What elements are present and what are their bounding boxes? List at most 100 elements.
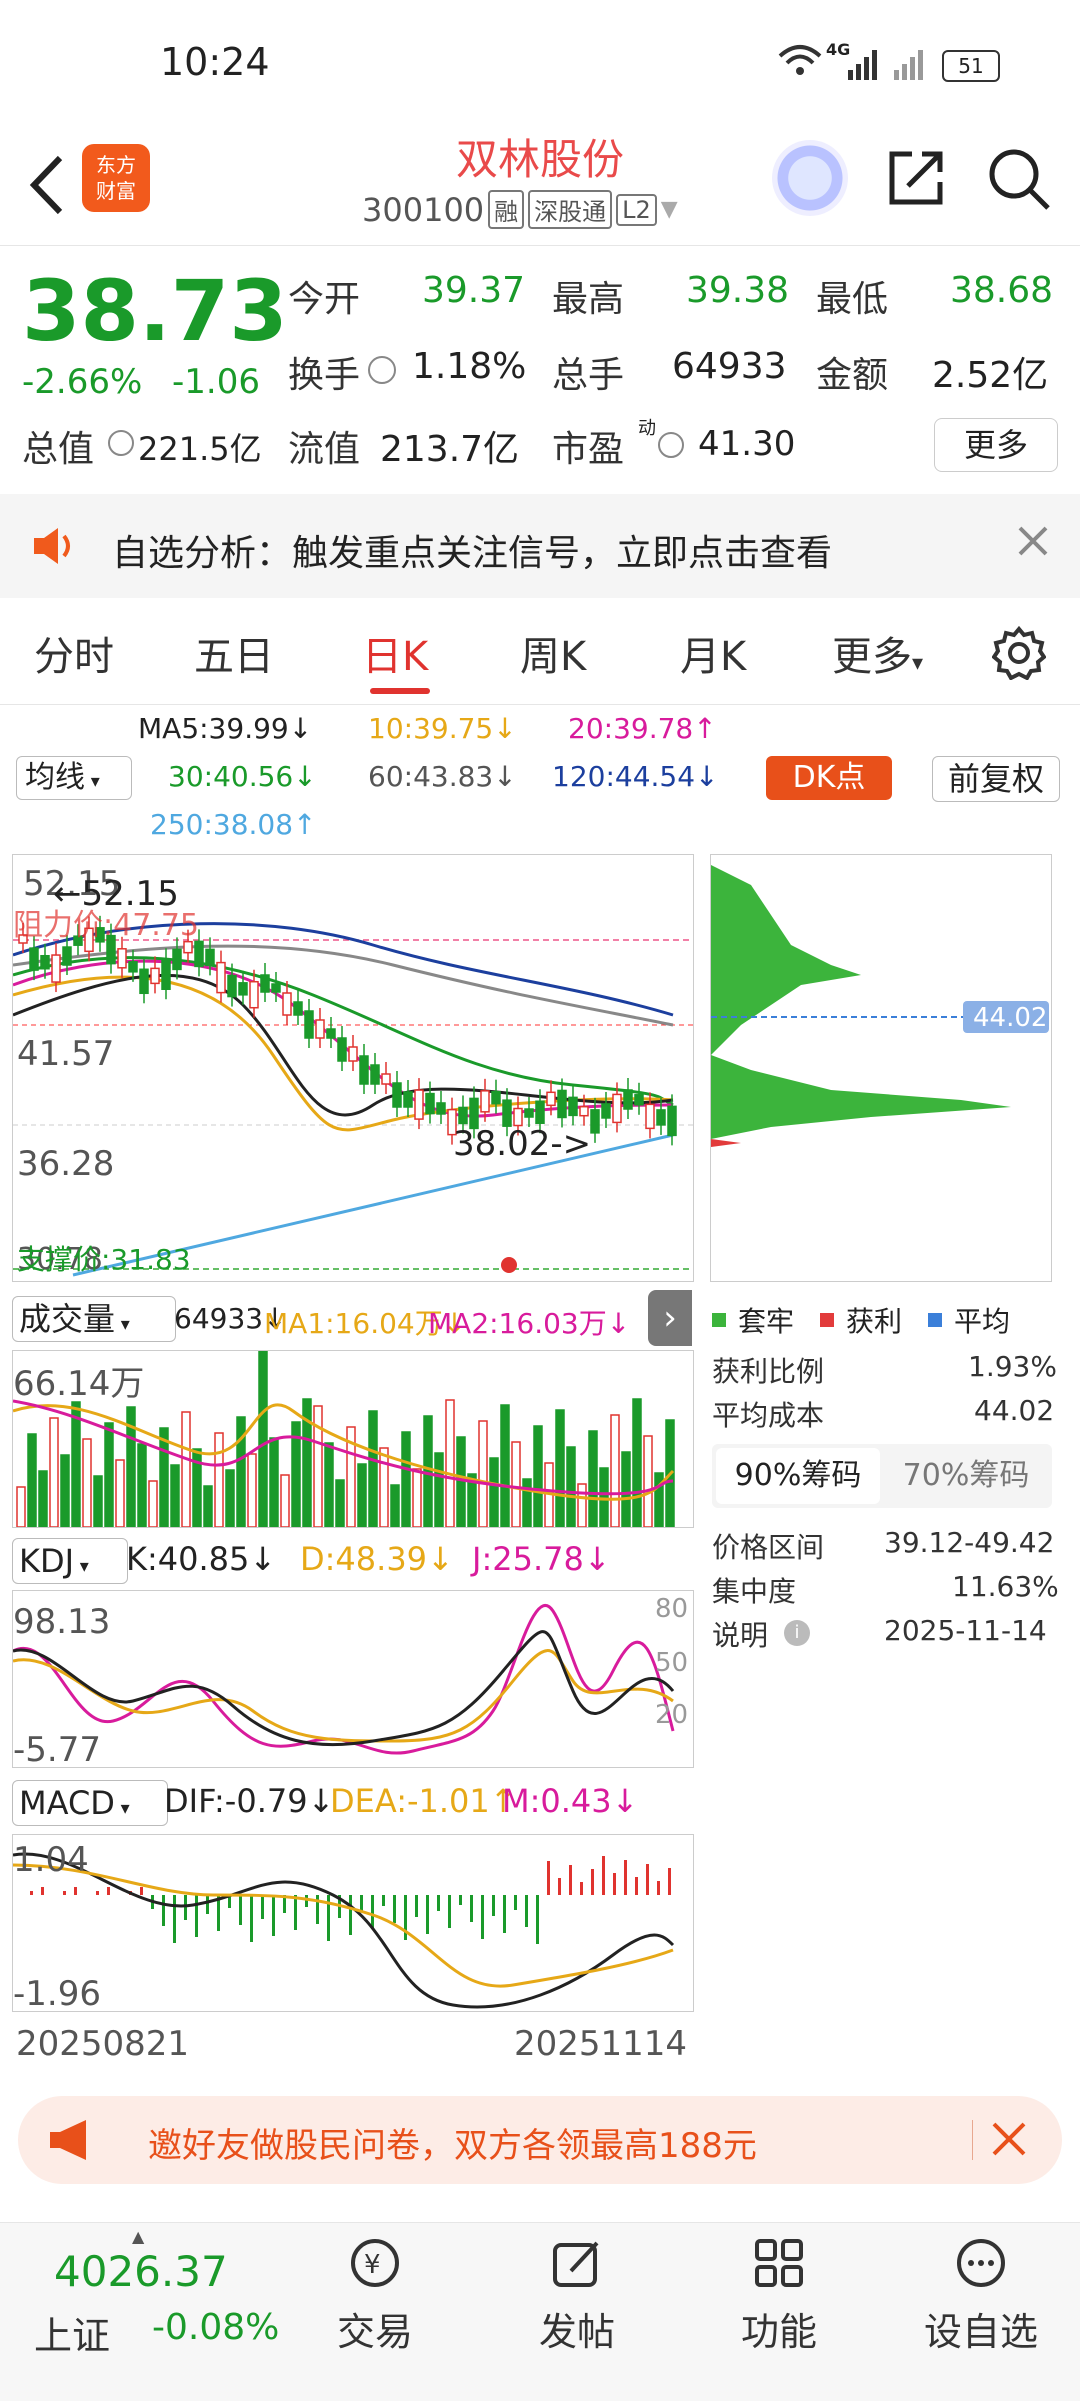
macd-m: M:0.43↓ [502, 1782, 639, 1820]
volume-bar [115, 1459, 125, 1528]
candle-body [337, 1037, 347, 1062]
volume-svg: 66.14万 [12, 1340, 675, 1528]
info-icon[interactable] [108, 430, 134, 456]
close-icon[interactable] [1016, 524, 1050, 562]
kdj-level-80: 80 [655, 1594, 688, 1624]
macd-bar [272, 1895, 275, 1936]
tab-intraday[interactable]: 分时 [34, 624, 114, 682]
k-mid-label: 41.57 [17, 1034, 114, 1074]
kdj-selector[interactable]: KDJ ▾ [12, 1538, 128, 1584]
index-value[interactable]: 4026.37 [54, 2247, 228, 2296]
kdj-level-50: 50 [655, 1648, 688, 1678]
trade-icon: ¥ [347, 2235, 403, 2291]
volume-bar [335, 1479, 345, 1528]
volume-bar [148, 1480, 158, 1528]
macd-bar [96, 1891, 99, 1895]
note-label: 说明 [712, 1619, 769, 1652]
caret-up-icon[interactable]: ▲ [132, 2227, 144, 2246]
legend-color-average [928, 1313, 943, 1327]
candle-body [568, 1096, 578, 1117]
candle-body [282, 992, 292, 1016]
nav-functions[interactable]: 功能 [714, 2235, 844, 2356]
settings-gear-icon[interactable] [991, 625, 1047, 684]
chip-legend: 套牢 获利 平均 [712, 1300, 1010, 1340]
candle-body [392, 1082, 402, 1108]
candle-body [557, 1089, 567, 1119]
volume-bar [357, 1463, 367, 1528]
macd-bar [569, 1865, 572, 1895]
share-icon[interactable] [884, 146, 948, 214]
macd-dif: DIF:-0.79↓ [164, 1782, 335, 1820]
macd-bar [30, 1891, 33, 1895]
assistant-robot-icon[interactable] [772, 140, 848, 216]
candle-body [491, 1090, 501, 1105]
ma30-value: 30:40.56↓ [168, 760, 317, 793]
amount-value: 2.52亿 [932, 355, 1049, 396]
logo-line-1: 东方 [96, 153, 136, 177]
candle-body [436, 1102, 446, 1115]
tab-90-chip[interactable]: 90%筹码 [716, 1448, 880, 1504]
nav-post[interactable]: 发帖 [512, 2235, 642, 2356]
search-icon[interactable] [986, 146, 1052, 216]
back-icon[interactable] [24, 150, 68, 231]
candle-body [205, 948, 215, 967]
macd-bar [668, 1868, 671, 1895]
watchlist-icon [953, 2235, 1009, 2291]
active-tab-indicator [370, 688, 430, 694]
info-icon[interactable] [658, 432, 684, 458]
macd-selector[interactable]: MACD ▾ [12, 1780, 168, 1826]
volume-bar [93, 1475, 103, 1528]
stock-code-row[interactable]: 300100 融 深股通 L2 ▼ [362, 190, 678, 229]
candle-body [29, 947, 39, 971]
more-button[interactable]: 更多 [934, 418, 1058, 472]
nav-trade[interactable]: ¥ 交易 [310, 2235, 440, 2356]
candle-body [502, 1099, 512, 1127]
candle-body [458, 1106, 468, 1125]
volume-bar [456, 1436, 466, 1528]
volume-bar [280, 1474, 290, 1528]
adjust-button[interactable]: 前复权 [932, 756, 1060, 802]
index-change[interactable]: -0.08% [152, 2307, 279, 2348]
candle-body [293, 1001, 303, 1016]
volume-selector-label: 成交量 [19, 1300, 116, 1338]
index-name[interactable]: 上证 [34, 2305, 110, 2360]
volume-bar [555, 1409, 565, 1528]
promo-banner[interactable]: 邀好友做股民问卷，双方各领最高188元 [18, 2096, 1062, 2184]
current-price: 38.73 [22, 262, 288, 360]
close-icon[interactable] [990, 2120, 1028, 2162]
tab-five-day[interactable]: 五日 [194, 624, 274, 682]
chip-distribution-chart[interactable]: 44.02 [710, 854, 1052, 1282]
candle-body [238, 982, 248, 996]
macd-bar [415, 1895, 418, 1917]
volume-selector[interactable]: 成交量 ▾ [12, 1296, 176, 1342]
macd-bar [613, 1873, 616, 1895]
tab-more[interactable]: 更多▾ [832, 624, 923, 682]
nav-add-watchlist[interactable]: 设自选 [916, 2235, 1046, 2356]
expand-arrow-icon[interactable]: › [648, 1290, 692, 1346]
info-icon[interactable] [368, 356, 396, 384]
tab-weekly-k[interactable]: 周K [520, 624, 586, 682]
candle-body [645, 1103, 655, 1130]
profit-ratio-value: 1.93% [968, 1350, 1057, 1383]
macd-bar [173, 1895, 176, 1943]
macd-bars-group [30, 1856, 671, 1944]
notice-bar[interactable]: 自选分析：触发重点关注信号，立即点击查看 [0, 494, 1080, 598]
tab-70-chip[interactable]: 70%筹码 [884, 1448, 1048, 1504]
tab-daily-k[interactable]: 日K [362, 624, 428, 682]
volume-bar [60, 1454, 70, 1528]
candle-body [40, 954, 50, 970]
bottom-bar: ▲ 4026.37 上证 -0.08% ¥ 交易 发帖 功能 设自选 [0, 2222, 1080, 2401]
volume-bar [368, 1410, 378, 1528]
info-icon[interactable]: i [784, 1620, 810, 1646]
candle-body [227, 974, 237, 998]
volume-bar [214, 1432, 224, 1528]
volume-ma2: MA2:16.03万↓ [428, 1307, 631, 1340]
divider [0, 245, 1080, 246]
candle-body [172, 948, 182, 971]
ma-selector[interactable]: 均线 ▾ [16, 756, 132, 800]
concentration-label: 集中度 [712, 1575, 797, 1608]
dk-point-button[interactable]: DK点 [766, 756, 892, 800]
candlestick-chart[interactable]: 52.15 ←52.15 阻力价:47.75 41.57 36.28 38.02… [12, 854, 694, 1282]
tab-monthly-k[interactable]: 月K [680, 624, 746, 682]
volume-bar [577, 1483, 587, 1528]
